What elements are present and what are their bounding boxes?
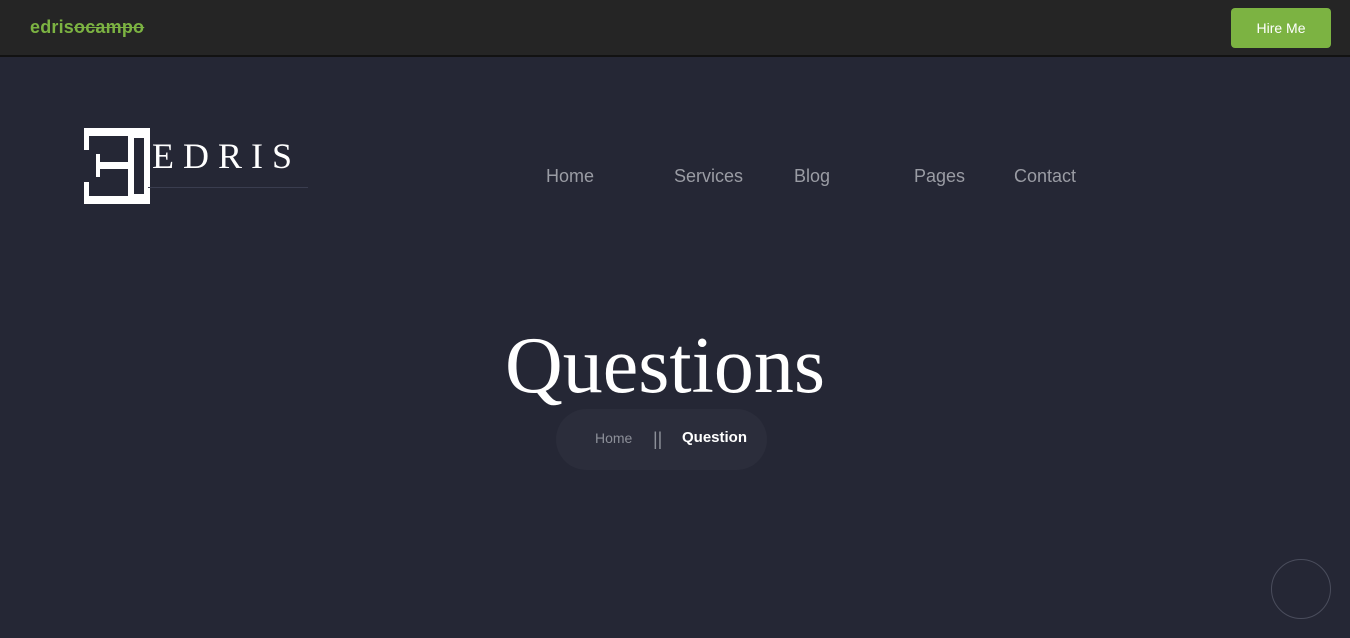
breadcrumb-home-link[interactable]: Home	[595, 430, 632, 446]
brand-struck-text: ocampo	[74, 17, 145, 37]
nav-item-pages[interactable]: Pages	[914, 165, 965, 187]
nav-item-contact[interactable]: Contact	[1014, 165, 1076, 187]
brand-name[interactable]: edrisocampo	[30, 17, 144, 38]
hire-me-button[interactable]: Hire Me	[1231, 8, 1331, 48]
logo-e-mark-icon	[84, 128, 150, 204]
page-title: Questions	[505, 322, 825, 410]
breadcrumb-current: Question	[682, 429, 748, 446]
logo-wordmark: EDRIS	[152, 136, 302, 176]
hero-title-wrapper: Questions	[505, 320, 830, 412]
logo-divider	[148, 187, 308, 188]
nav-item-services[interactable]: Services	[674, 165, 743, 187]
scroll-to-top-ring-icon[interactable]	[1271, 559, 1331, 619]
brand-main-text: edris	[30, 17, 75, 37]
nav-item-home[interactable]: Home	[546, 165, 594, 187]
breadcrumb-separator: ||	[653, 429, 663, 449]
breadcrumb: Home || Question	[556, 409, 767, 470]
nav-item-blog[interactable]: Blog	[794, 165, 830, 187]
top-bar: edrisocampo Hire Me	[0, 0, 1350, 57]
site-logo[interactable]: EDRIS	[82, 126, 314, 208]
